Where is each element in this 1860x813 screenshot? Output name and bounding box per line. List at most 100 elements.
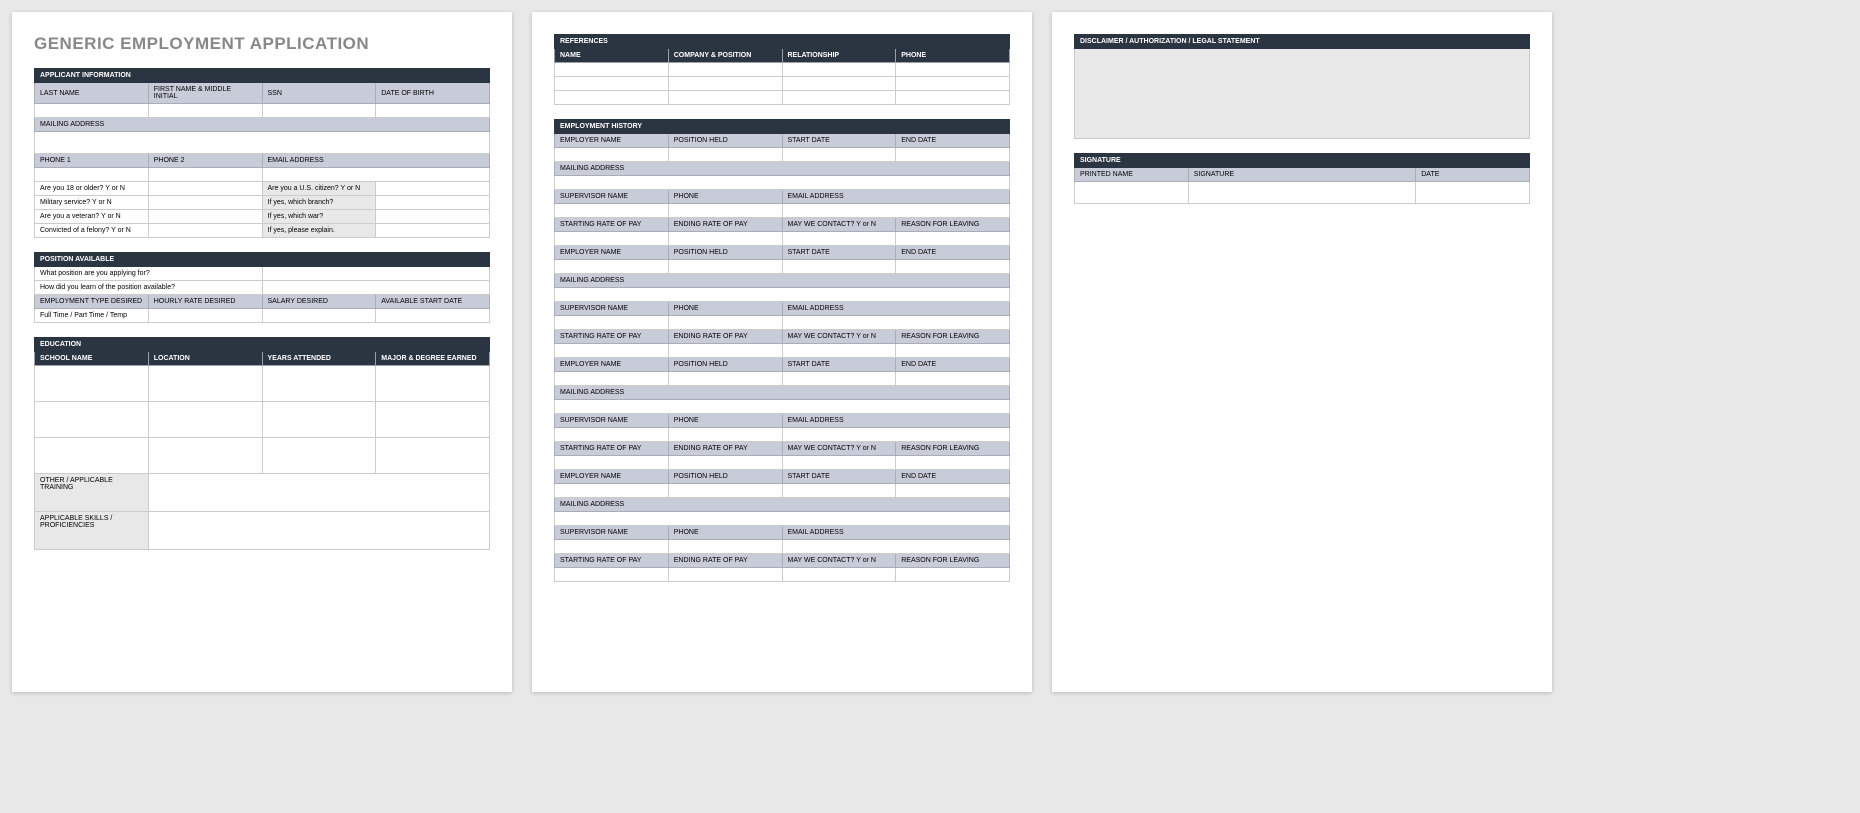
emp-row[interactable] xyxy=(782,204,1010,218)
emp-row[interactable] xyxy=(668,260,782,274)
edu-row[interactable] xyxy=(376,402,490,438)
emp-row[interactable] xyxy=(555,540,669,554)
emp-row[interactable] xyxy=(782,372,896,386)
input-war[interactable] xyxy=(376,210,490,224)
edu-row[interactable] xyxy=(376,438,490,474)
ref-row[interactable] xyxy=(668,91,782,105)
ref-row[interactable] xyxy=(555,77,669,91)
input-ssn[interactable] xyxy=(262,104,376,118)
emp-row[interactable] xyxy=(896,568,1010,582)
edu-row[interactable] xyxy=(148,366,262,402)
emp-row[interactable] xyxy=(896,484,1010,498)
edu-row[interactable] xyxy=(376,366,490,402)
input-hourly[interactable] xyxy=(148,309,262,323)
emp-row[interactable] xyxy=(668,344,782,358)
input-18-older[interactable] xyxy=(148,182,262,196)
emp-row[interactable] xyxy=(668,372,782,386)
emp-row[interactable] xyxy=(555,260,669,274)
emp-row[interactable] xyxy=(896,372,1010,386)
disclaimer-box[interactable] xyxy=(1075,49,1530,139)
edu-row[interactable] xyxy=(262,438,376,474)
input-email[interactable] xyxy=(262,168,490,182)
input-military[interactable] xyxy=(148,196,262,210)
input-position[interactable] xyxy=(262,267,490,281)
emp-row[interactable] xyxy=(555,316,669,330)
input-emp-mailing[interactable] xyxy=(555,400,1010,414)
emp-row[interactable] xyxy=(668,428,782,442)
emp-row[interactable] xyxy=(896,232,1010,246)
edu-row[interactable] xyxy=(148,402,262,438)
edu-row[interactable] xyxy=(35,438,149,474)
input-mailing[interactable] xyxy=(35,132,490,154)
ref-row[interactable] xyxy=(555,91,669,105)
input-learn[interactable] xyxy=(262,281,490,295)
input-emp-mailing[interactable] xyxy=(555,288,1010,302)
emp-row[interactable] xyxy=(668,204,782,218)
emp-row[interactable] xyxy=(782,428,1010,442)
emp-row[interactable] xyxy=(782,568,896,582)
emp-row[interactable] xyxy=(896,344,1010,358)
emp-row[interactable] xyxy=(782,316,1010,330)
ref-row[interactable] xyxy=(896,77,1010,91)
emp-row[interactable] xyxy=(668,568,782,582)
input-citizen[interactable] xyxy=(376,182,490,196)
ref-row[interactable] xyxy=(555,63,669,77)
input-first-name[interactable] xyxy=(148,104,262,118)
ref-row[interactable] xyxy=(896,91,1010,105)
ref-row[interactable] xyxy=(668,63,782,77)
edu-row[interactable] xyxy=(262,402,376,438)
input-felony[interactable] xyxy=(148,224,262,238)
emp-row[interactable] xyxy=(668,232,782,246)
emp-row[interactable] xyxy=(555,568,669,582)
input-sig-date[interactable] xyxy=(1416,182,1530,204)
emp-row[interactable] xyxy=(668,456,782,470)
ref-row[interactable] xyxy=(782,91,896,105)
input-signature[interactable] xyxy=(1188,182,1416,204)
emp-row[interactable] xyxy=(555,456,669,470)
edu-row[interactable] xyxy=(35,366,149,402)
emp-row[interactable] xyxy=(555,484,669,498)
emp-row[interactable] xyxy=(555,232,669,246)
input-other-training[interactable] xyxy=(148,474,489,512)
emp-row[interactable] xyxy=(896,148,1010,162)
edu-row[interactable] xyxy=(35,402,149,438)
input-last-name[interactable] xyxy=(35,104,149,118)
emp-row[interactable] xyxy=(782,344,896,358)
emp-row[interactable] xyxy=(555,372,669,386)
input-emp-mailing[interactable] xyxy=(555,176,1010,190)
emp-row[interactable] xyxy=(555,428,669,442)
emp-row[interactable] xyxy=(668,540,782,554)
emp-row[interactable] xyxy=(896,456,1010,470)
input-printed-name[interactable] xyxy=(1075,182,1189,204)
emp-row[interactable] xyxy=(555,148,669,162)
emp-row[interactable] xyxy=(782,484,896,498)
input-skills[interactable] xyxy=(148,512,489,550)
emp-row[interactable] xyxy=(782,148,896,162)
input-salary[interactable] xyxy=(262,309,376,323)
input-emp-type[interactable]: Full Time / Part Time / Temp xyxy=(35,309,149,323)
input-start[interactable] xyxy=(376,309,490,323)
emp-row[interactable] xyxy=(555,344,669,358)
ref-row[interactable] xyxy=(668,77,782,91)
emp-row[interactable] xyxy=(668,148,782,162)
input-veteran[interactable] xyxy=(148,210,262,224)
input-phone2[interactable] xyxy=(148,168,262,182)
input-branch[interactable] xyxy=(376,196,490,210)
emp-row[interactable] xyxy=(782,540,1010,554)
input-phone1[interactable] xyxy=(35,168,149,182)
input-explain[interactable] xyxy=(376,224,490,238)
emp-row[interactable] xyxy=(668,316,782,330)
ref-row[interactable] xyxy=(896,63,1010,77)
emp-row[interactable] xyxy=(555,204,669,218)
emp-row[interactable] xyxy=(782,260,896,274)
edu-row[interactable] xyxy=(148,438,262,474)
input-dob[interactable] xyxy=(376,104,490,118)
ref-row[interactable] xyxy=(782,63,896,77)
emp-row[interactable] xyxy=(782,456,896,470)
ref-row[interactable] xyxy=(782,77,896,91)
emp-row[interactable] xyxy=(668,484,782,498)
emp-row[interactable] xyxy=(896,260,1010,274)
edu-row[interactable] xyxy=(262,366,376,402)
emp-row[interactable] xyxy=(782,232,896,246)
input-emp-mailing[interactable] xyxy=(555,512,1010,526)
